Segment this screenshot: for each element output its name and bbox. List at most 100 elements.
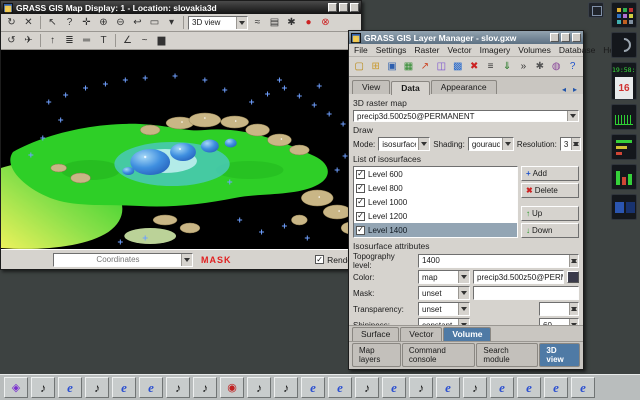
measure-icon[interactable]: ∠: [120, 33, 135, 48]
tab-search-module[interactable]: Search module: [476, 343, 538, 367]
pager-dockapp[interactable]: [611, 194, 637, 220]
menu-volumes[interactable]: Volumes: [518, 45, 551, 55]
eterm-icon[interactable]: e: [328, 377, 352, 398]
settings-icon[interactable]: ✱: [284, 15, 299, 30]
overlay-icon[interactable]: ▤: [267, 15, 282, 30]
map-titlebar[interactable]: ▦ GRASS GIS Map Display: 1 - Location: s…: [1, 1, 361, 14]
shading-select[interactable]: gouraud: [468, 137, 514, 151]
tab-map-layers[interactable]: Map layers: [352, 343, 401, 367]
graphical-modeler-icon[interactable]: ◍: [549, 59, 563, 74]
query-icon[interactable]: ?: [62, 15, 77, 30]
fly-through-icon[interactable]: ✈: [21, 33, 36, 48]
menu-settings[interactable]: Settings: [376, 45, 407, 55]
audio-app-icon[interactable]: ♪: [166, 377, 190, 398]
app-grid-dockapp[interactable]: [611, 2, 637, 28]
scalebar-icon[interactable]: ═: [79, 33, 94, 48]
minimize-button[interactable]: [328, 3, 337, 12]
erase-display-icon[interactable]: ✕: [21, 15, 36, 30]
scroll-tabs-left-icon[interactable]: ◂: [559, 85, 569, 94]
eterm-icon[interactable]: e: [490, 377, 514, 398]
add-group-icon[interactable]: ▩: [451, 59, 465, 74]
resolution-spinner[interactable]: 3: [560, 137, 581, 151]
window-menu-icon[interactable]: ▦: [351, 33, 361, 43]
eterm-icon[interactable]: e: [112, 377, 136, 398]
render-display-icon[interactable]: ↻: [4, 15, 19, 30]
window-menu-icon[interactable]: ▦: [3, 3, 13, 13]
network-monitor-dockapp[interactable]: [611, 164, 637, 190]
quit-display-icon[interactable]: ⊗: [318, 15, 333, 30]
audio-app-icon[interactable]: ♪: [193, 377, 217, 398]
audio-app-icon[interactable]: ♪: [85, 377, 109, 398]
checkbox-icon[interactable]: [356, 198, 365, 207]
isosurface-listbox[interactable]: Level 600 Level 800 Level 1000 Level 120…: [353, 166, 518, 238]
attribute-table-icon[interactable]: ≡: [483, 59, 497, 74]
profile-icon[interactable]: ~: [137, 33, 152, 48]
mask-mode-select[interactable]: unset: [418, 286, 470, 300]
transparency-mode-select[interactable]: unset: [418, 302, 470, 316]
eterm-icon[interactable]: e: [58, 377, 82, 398]
statusbar-mode-select[interactable]: Coordinates: [53, 253, 193, 267]
menu-file[interactable]: File: [354, 45, 368, 55]
workspace-save-icon[interactable]: ▣: [385, 59, 399, 74]
shininess-mode-select[interactable]: constant: [418, 318, 470, 325]
down-button[interactable]: ↓ Down: [521, 223, 579, 238]
menu-vector[interactable]: Vector: [447, 45, 471, 55]
raster-map-select[interactable]: precip3d.500z50@PERMANENT: [353, 110, 579, 122]
list-item[interactable]: Level 600: [354, 167, 517, 181]
record-icon[interactable]: ●: [301, 15, 316, 30]
mask-entry[interactable]: [473, 286, 579, 300]
add-raster-icon[interactable]: ▦: [401, 59, 415, 74]
workspace-new-icon[interactable]: ▢: [352, 59, 366, 74]
mode-select[interactable]: isosurfaces: [378, 137, 430, 151]
audio-app-icon[interactable]: ♪: [274, 377, 298, 398]
cpu-monitor-dockapp[interactable]: [611, 104, 637, 130]
eterm-icon[interactable]: e: [517, 377, 541, 398]
spin-arrows-icon[interactable]: [569, 303, 578, 315]
menu-database[interactable]: Database: [559, 45, 595, 55]
spin-arrows-icon[interactable]: [571, 138, 580, 150]
maximize-button[interactable]: [339, 3, 348, 12]
zoom-back-icon[interactable]: ↩: [130, 15, 145, 30]
checkbox-icon[interactable]: [356, 170, 365, 179]
zoom-in-icon[interactable]: ⊕: [96, 15, 111, 30]
close-button[interactable]: [572, 33, 581, 42]
north-arrow-icon[interactable]: ↑: [45, 33, 60, 48]
rotate-view-icon[interactable]: ↺: [4, 33, 19, 48]
tab-surface[interactable]: Surface: [352, 327, 399, 341]
analyze-icon[interactable]: ≈: [250, 15, 265, 30]
pan-icon[interactable]: ✛: [79, 15, 94, 30]
clock-dockapp[interactable]: 19:58:01 16: [611, 62, 637, 100]
tools-icon[interactable]: ✱: [533, 59, 547, 74]
pointer-icon[interactable]: ↖: [45, 15, 60, 30]
eterm-icon[interactable]: e: [382, 377, 406, 398]
lm-titlebar[interactable]: ▦ GRASS GIS Layer Manager - slov.gxw: [349, 31, 583, 44]
checkbox-icon[interactable]: [356, 212, 365, 221]
add-vector-icon[interactable]: ↗: [418, 59, 432, 74]
tab-command-console[interactable]: Command console: [402, 343, 476, 367]
histogram-icon[interactable]: ▆: [154, 33, 169, 48]
import-data-icon[interactable]: ⇓: [500, 59, 514, 74]
audio-app-icon[interactable]: ♪: [355, 377, 379, 398]
load-monitor-dockapp[interactable]: [611, 134, 637, 160]
add-button[interactable]: + Add: [521, 166, 579, 181]
color-mode-select[interactable]: map: [418, 270, 470, 284]
add-3d-raster-icon[interactable]: ◫: [434, 59, 448, 74]
zoom-menu-icon[interactable]: ▾: [164, 15, 179, 30]
pager-dockapp-icon[interactable]: [588, 2, 604, 18]
color-picker-button[interactable]: [567, 271, 579, 283]
mixer-app-icon[interactable]: ◈: [4, 377, 28, 398]
map-canvas[interactable]: [1, 50, 361, 249]
up-button[interactable]: ↑ Up: [521, 206, 579, 221]
list-item[interactable]: Level 1200: [354, 209, 517, 223]
tab-view[interactable]: View: [352, 80, 390, 94]
legend-icon[interactable]: ≣: [62, 33, 77, 48]
text-overlay-icon[interactable]: T: [96, 33, 111, 48]
topography-spinner[interactable]: 1400: [418, 254, 579, 268]
scroll-tabs-right-icon[interactable]: ▸: [570, 85, 580, 94]
tab-appearance[interactable]: Appearance: [431, 80, 497, 94]
audio-app-icon[interactable]: ♪: [247, 377, 271, 398]
color-map-entry[interactable]: precip3d.500z50@PERMAN: [473, 270, 564, 284]
view-mode-select[interactable]: 3D view: [188, 16, 248, 30]
eterm-icon[interactable]: e: [544, 377, 568, 398]
delete-layer-icon[interactable]: ✖: [467, 59, 481, 74]
